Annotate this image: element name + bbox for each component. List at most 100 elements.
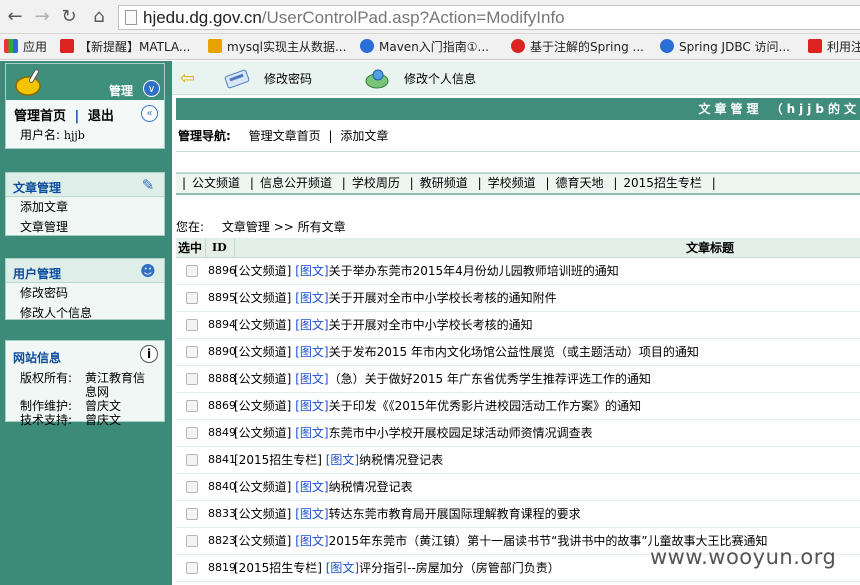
bookmark-more[interactable]: 利用注	[808, 38, 860, 56]
bookmark-icon	[808, 39, 822, 53]
sidebar-item-manage-article[interactable]: 文章管理	[6, 217, 164, 237]
bookmarks-bar: 应用 【新提醒】MATLA... mysql实现主从数据... Maven入门指…	[0, 34, 860, 60]
row-title[interactable]: [公文频道] [图文]关于开展对全市中小学校长考核的通知	[234, 312, 533, 338]
row-title-text: 关于开展对全市中小学校长考核的通知	[328, 318, 533, 332]
row-title[interactable]: [公文频道] [图文]关于举办东莞市2015年4月份幼儿园教师培训班的通知	[234, 258, 619, 284]
row-title[interactable]: [2015招生专栏] [图文]评分指引--房屋加分（房管部门负责）	[234, 555, 560, 581]
channel-link[interactable]: 学校频道	[488, 176, 536, 190]
logout-link[interactable]: 退出	[88, 109, 114, 124]
row-checkbox[interactable]	[186, 508, 198, 520]
reload-icon[interactable]: ↻	[58, 6, 80, 28]
row-title[interactable]: [公文频道] [图文]（急）关于做好2015 年广东省优秀学生推荐评选工作的通知	[234, 366, 651, 392]
row-checkbox[interactable]	[186, 400, 198, 412]
row-checkbox[interactable]	[186, 319, 198, 331]
row-id: 8849	[208, 426, 236, 439]
bookmark-icon	[208, 39, 222, 53]
arrow-left-icon[interactable]: ⇦	[180, 68, 195, 89]
browser-toolbar: ← → ↻ ⌂ hjedu.dg.gov.cn/UserControlPad.a…	[0, 0, 860, 34]
watermark: www.wooyun.org	[650, 545, 837, 569]
home-icon[interactable]: ⌂	[88, 6, 110, 28]
top-toolbar: ⇦ 修改密码 修改个人信息	[172, 61, 860, 95]
row-id: 8895	[208, 291, 236, 304]
admin-header: 管理 ∨	[6, 64, 164, 100]
sidebar-item-add-article[interactable]: 添加文章	[6, 197, 164, 217]
bookmark-icon	[511, 39, 525, 53]
bookmark-spring[interactable]: 基于注解的Spring ...	[511, 38, 644, 56]
image-tag: [图文]	[295, 345, 329, 359]
channel-link[interactable]: 公文频道	[192, 176, 240, 190]
breadcrumb-section[interactable]: 文章管理	[222, 220, 270, 234]
row-title-text: 关于印发《《2015年优秀影片进校园活动工作方案》的通知	[328, 399, 642, 413]
row-title[interactable]: [公文频道] [图文]关于开展对全市中小学校长考核的通知附件	[234, 285, 557, 311]
table-header: 选中 ID 文章标题	[176, 238, 860, 258]
collapse-icon[interactable]: «	[141, 105, 158, 122]
bookmark-icon	[360, 39, 374, 53]
table-row: 8841 [2015招生专栏] [图文]纳税情况登记表	[176, 447, 860, 474]
breadcrumb-page: 所有文章	[297, 220, 346, 234]
table-row: 8833 [公文频道] [图文]转达东莞市教育局开展国际理解教育课程的要求	[176, 501, 860, 528]
site-info-body: 版权所有: 黄江教育信息网 制作维护: 曾庆文 技术支持: 曾庆文	[6, 371, 164, 427]
row-checkbox[interactable]	[186, 454, 198, 466]
row-title[interactable]: [公文频道] [图文]东莞市中小学校开展校园足球活动师资情况调查表	[234, 420, 593, 446]
row-title-text: 关于开展对全市中小学校长考核的通知附件	[328, 291, 557, 305]
row-checkbox[interactable]	[186, 346, 198, 358]
row-title[interactable]: [公文频道] [图文]关于印发《《2015年优秀影片进校园活动工作方案》的通知	[234, 393, 641, 419]
image-tag: [图文]	[295, 399, 329, 413]
row-id: 8890	[208, 345, 236, 358]
row-channel: [公文频道]	[234, 534, 292, 548]
row-title[interactable]: [公文频道] [图文]纳税情况登记表	[234, 474, 413, 500]
article-panel: 文章管理 ✎ 添加文章 文章管理	[5, 172, 165, 236]
sidebar-item-change-password[interactable]: 修改密码	[6, 283, 164, 303]
row-id: 8894	[208, 318, 236, 331]
table-body: 8896 [公文频道] [图文]关于举办东莞市2015年4月份幼儿园教师培训班的通…	[176, 258, 860, 582]
bookmark-mysql[interactable]: mysql实现主从数据...	[208, 38, 346, 56]
nav-add-article-link[interactable]: 添加文章	[340, 129, 388, 143]
row-title-text: 关于举办东莞市2015年4月份幼儿园教师培训班的通知	[328, 264, 619, 278]
bookmark-apps[interactable]: 应用	[4, 38, 47, 56]
bookmark-spring-jdbc[interactable]: Spring JDBC 访问...	[660, 38, 790, 56]
row-checkbox[interactable]	[186, 292, 198, 304]
row-checkbox[interactable]	[186, 481, 198, 493]
row-title[interactable]: [公文频道] [图文]关于发布2015 年市内文化场馆公益性展览（或主题活动）项…	[234, 339, 699, 365]
channel-link[interactable]: 信息公开频道	[260, 176, 332, 190]
row-checkbox[interactable]	[186, 535, 198, 547]
edit-info-button[interactable]: 修改个人信息	[404, 70, 476, 87]
forward-icon[interactable]: →	[31, 6, 53, 28]
admin-home-link[interactable]: 管理首页	[14, 109, 66, 124]
change-password-button[interactable]: 修改密码	[264, 70, 312, 87]
article-table: 选中 ID 文章标题 8896 [公文频道] [图文]关于举办东莞市2015年4月…	[176, 238, 860, 582]
channel-link[interactable]: 2015招生专栏	[623, 176, 702, 190]
bookmark-icon	[60, 39, 74, 53]
channel-link[interactable]: 教研频道	[420, 176, 468, 190]
col-select: 选中	[178, 241, 203, 255]
image-tag: [图文]	[295, 264, 329, 278]
row-checkbox[interactable]	[186, 562, 198, 574]
row-channel: [公文频道]	[234, 345, 292, 359]
channel-link[interactable]: 学校周历	[352, 176, 400, 190]
row-checkbox[interactable]	[186, 373, 198, 385]
row-channel: [公文频道]	[234, 291, 292, 305]
row-id: 8896	[208, 264, 236, 277]
row-title[interactable]: [2015招生专栏] [图文]纳税情况登记表	[234, 447, 443, 473]
sidebar-item-edit-info[interactable]: 修改人个信息	[6, 303, 164, 323]
maintainer-value: 曾庆文	[85, 399, 122, 413]
nav-divider: |	[74, 109, 80, 124]
row-checkbox[interactable]	[186, 265, 198, 277]
bookmark-maven[interactable]: Maven入门指南①...	[360, 38, 489, 56]
image-tag: [图文]	[325, 561, 360, 575]
chevron-down-icon[interactable]: ∨	[143, 80, 160, 97]
bookmark-matlab[interactable]: 【新提醒】MATLA...	[60, 38, 190, 56]
row-title[interactable]: [公文频道] [图文]转达东莞市教育局开展国际理解教育课程的要求	[234, 501, 581, 527]
row-checkbox[interactable]	[186, 427, 198, 439]
table-row: 8888 [公文频道] [图文]（急）关于做好2015 年广东省优秀学生推荐评选工…	[176, 366, 860, 393]
back-icon[interactable]: ←	[4, 6, 26, 28]
row-id: 8819	[208, 561, 236, 574]
address-bar[interactable]: hjedu.dg.gov.cn/UserControlPad.asp?Actio…	[118, 5, 860, 30]
nav-home-link[interactable]: 管理文章首页	[249, 129, 321, 143]
info-icon: i	[140, 345, 158, 363]
channel-link[interactable]: 德育天地	[556, 176, 604, 190]
table-row: 8896 [公文频道] [图文]关于举办东莞市2015年4月份幼儿园教师培训班的通…	[176, 258, 860, 285]
table-row: 8840 [公文频道] [图文]纳税情况登记表	[176, 474, 860, 501]
apps-icon	[4, 39, 18, 53]
row-id: 8888	[208, 372, 236, 385]
